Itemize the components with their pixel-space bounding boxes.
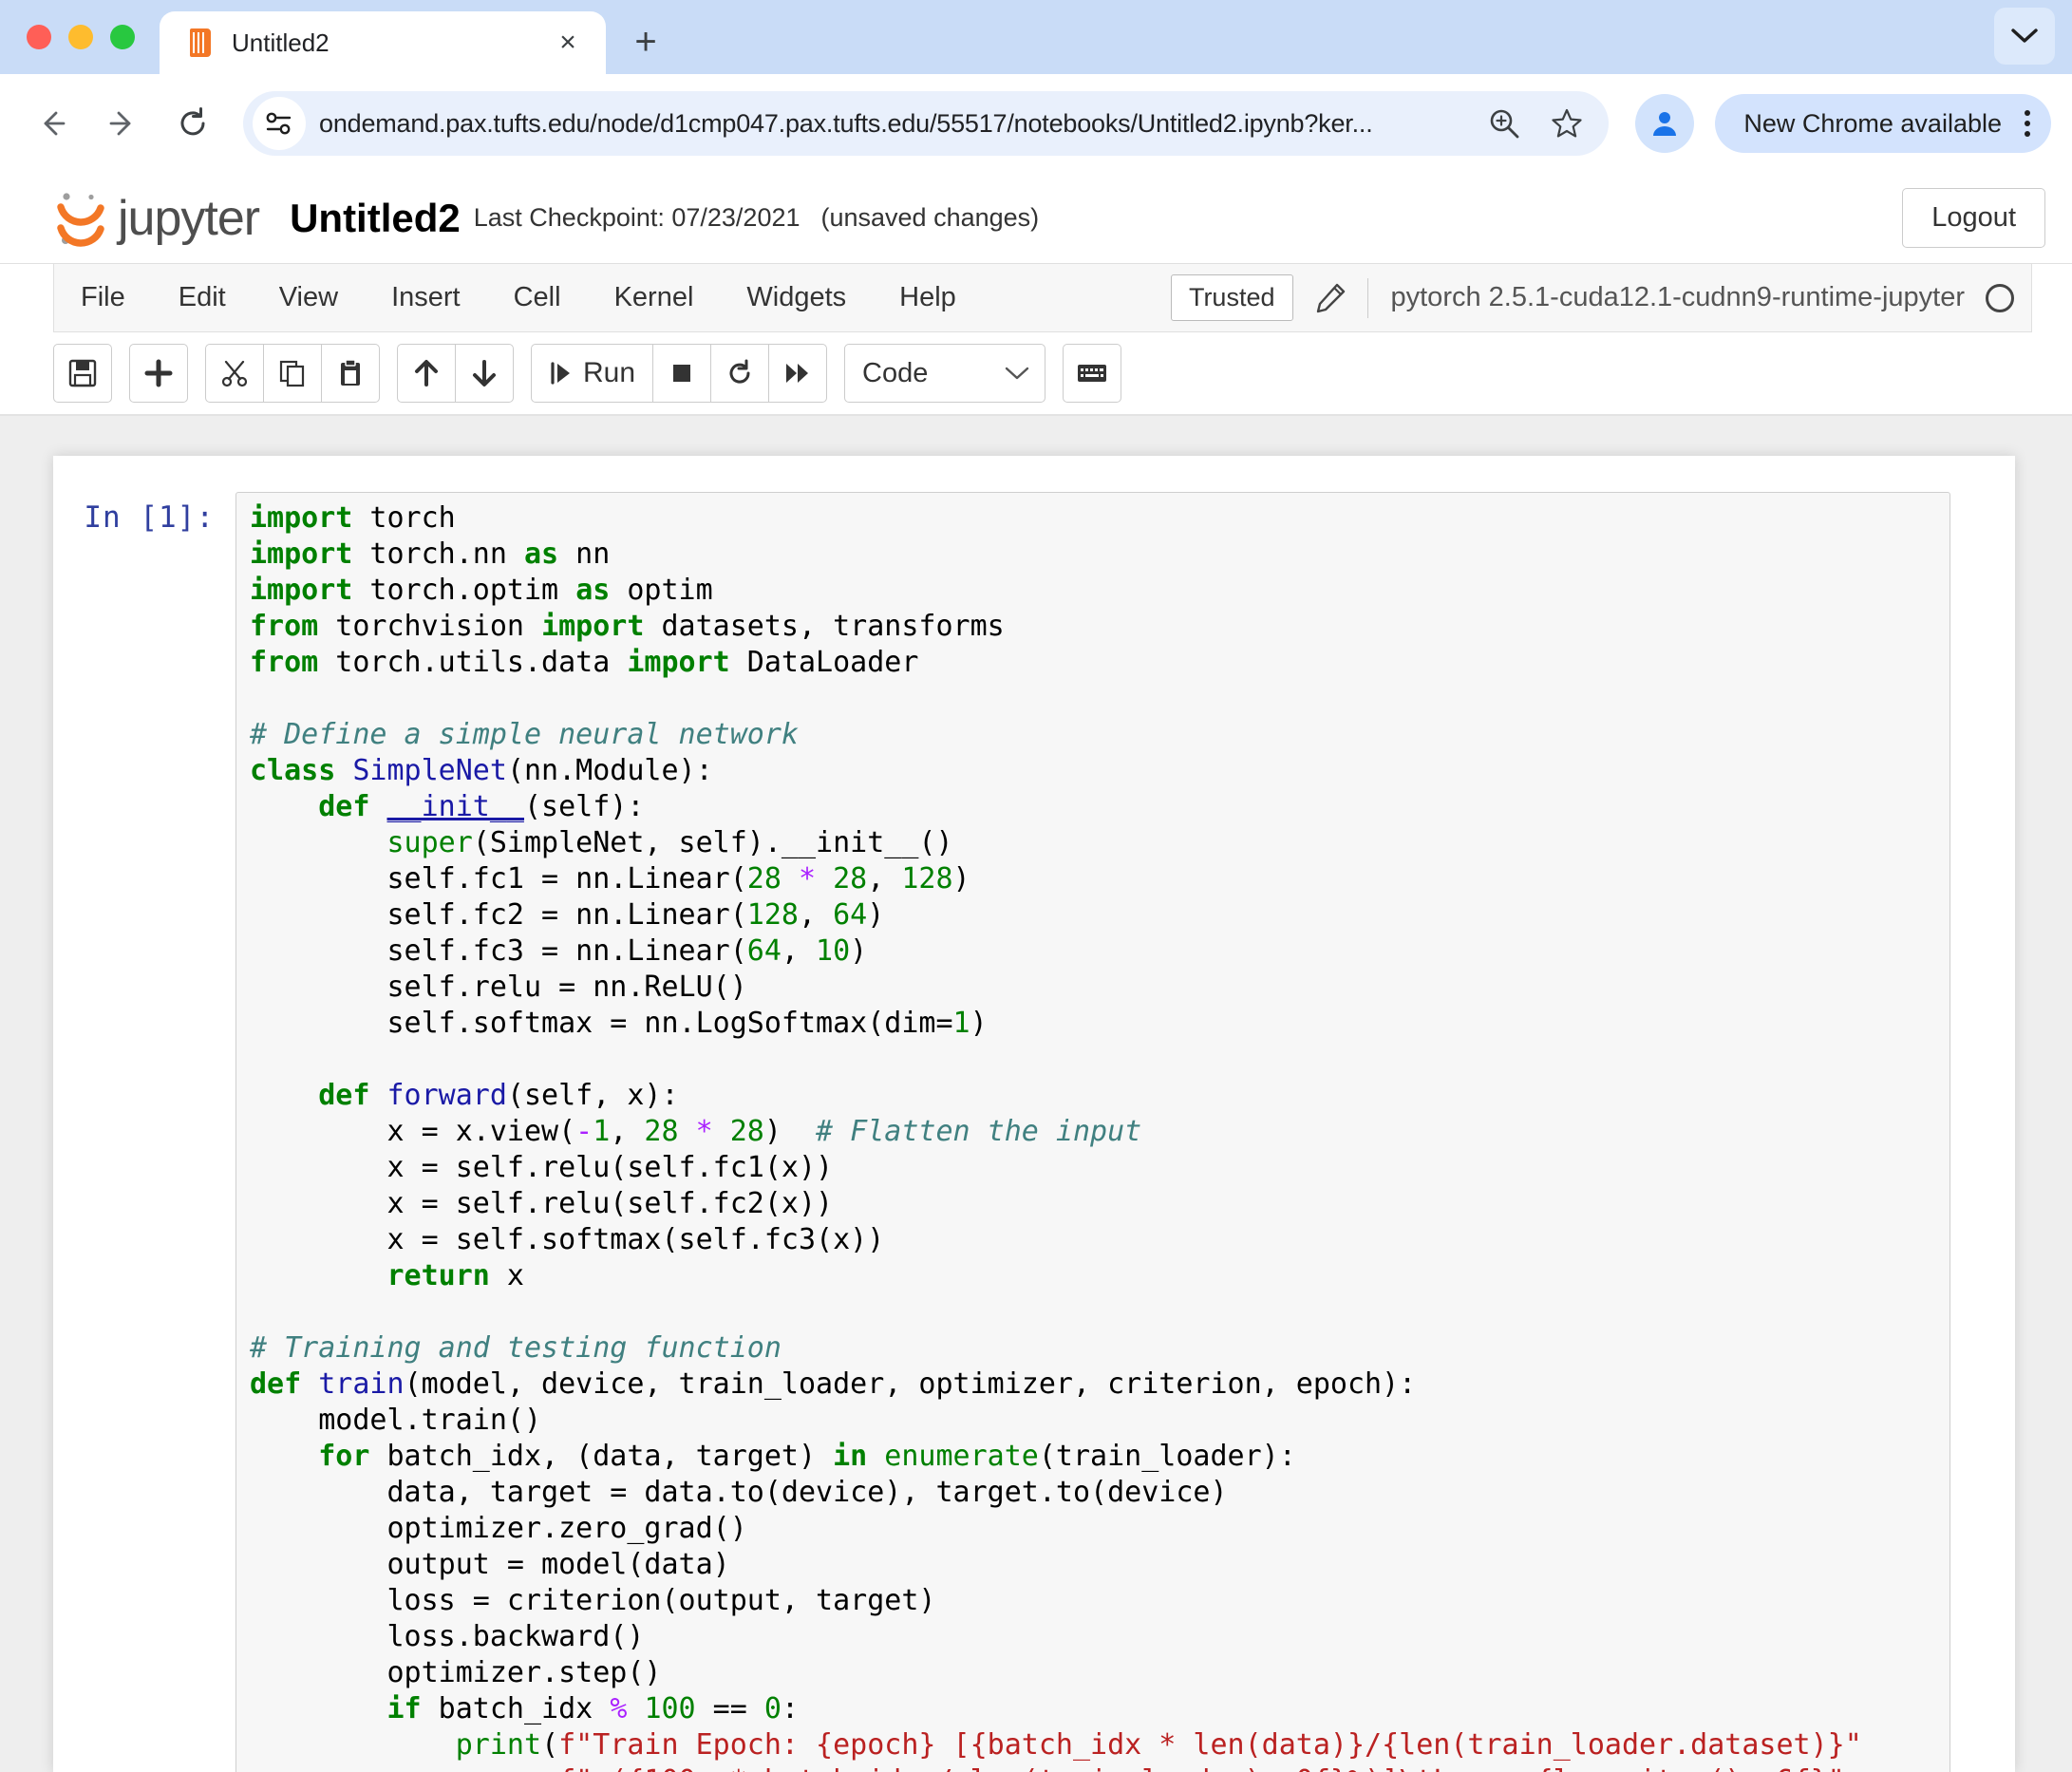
url-text: ondemand.pax.tufts.edu/node/d1cmp047.pax… bbox=[319, 108, 1373, 138]
site-settings-icon[interactable] bbox=[253, 97, 306, 150]
code-editor[interactable]: import torch import torch.nn as nn impor… bbox=[250, 500, 1950, 1772]
menu-cell[interactable]: Cell bbox=[487, 264, 588, 331]
menubar-divider bbox=[1366, 277, 1368, 318]
run-button-label: Run bbox=[583, 357, 636, 388]
copy-icon[interactable] bbox=[263, 344, 322, 403]
chrome-update-button[interactable]: New Chrome available bbox=[1715, 94, 2051, 153]
chevron-down-icon[interactable] bbox=[1994, 8, 2055, 65]
toolbar-group-run: Run bbox=[531, 344, 828, 403]
arrow-down-icon[interactable] bbox=[455, 344, 514, 403]
paste-icon[interactable] bbox=[321, 344, 380, 403]
forward-arrow-icon[interactable] bbox=[91, 92, 154, 155]
last-checkpoint-label: Last Checkpoint: 07/23/2021 bbox=[473, 203, 801, 232]
menu-widgets[interactable]: Widgets bbox=[720, 264, 873, 331]
cell-input-area[interactable]: import torch import torch.nn as nn impor… bbox=[235, 492, 1950, 1772]
minimize-window-button[interactable] bbox=[68, 25, 93, 49]
toolbar-group-save bbox=[53, 344, 112, 403]
jupyter-logo[interactable]: jupyter bbox=[53, 190, 260, 247]
notebook-paper: In [1]: import torch import torch.nn as … bbox=[53, 456, 2015, 1772]
save-floppy-icon[interactable] bbox=[53, 344, 112, 403]
cell-type-select[interactable]: Code bbox=[844, 344, 1046, 403]
cell-prompt: In [1]: bbox=[84, 500, 215, 535]
address-bar[interactable]: ondemand.pax.tufts.edu/node/d1cmp047.pax… bbox=[243, 91, 1610, 156]
jupyter-menubar: File Edit View Insert Cell Kernel Widget… bbox=[53, 264, 2032, 332]
jupyter-wordmark: jupyter bbox=[118, 190, 260, 246]
chrome-browser-window: Untitled2 × + ondemand.pax.tufts.edu/nod… bbox=[0, 0, 2072, 1772]
menu-edit[interactable]: Edit bbox=[152, 264, 253, 331]
maximize-window-button[interactable] bbox=[110, 25, 135, 49]
unsaved-changes-label: (unsaved changes) bbox=[820, 203, 1040, 232]
browser-toolbar: ondemand.pax.tufts.edu/node/d1cmp047.pax… bbox=[0, 74, 2072, 173]
window-traffic-lights bbox=[0, 25, 160, 74]
jupyter-logo-icon bbox=[53, 190, 108, 247]
scissors-icon[interactable] bbox=[205, 344, 264, 403]
trusted-badge[interactable]: Trusted bbox=[1170, 274, 1293, 321]
back-arrow-icon[interactable] bbox=[21, 92, 84, 155]
logout-button[interactable]: Logout bbox=[1902, 188, 2045, 248]
keyboard-icon[interactable] bbox=[1063, 344, 1122, 403]
new-tab-button[interactable]: + bbox=[619, 15, 672, 68]
profile-avatar-icon[interactable] bbox=[1635, 94, 1695, 153]
notebook-scroll-area[interactable]: In [1]: import torch import torch.nn as … bbox=[0, 416, 2072, 1772]
toolbar-group-insert bbox=[129, 344, 188, 403]
pencil-icon[interactable] bbox=[1293, 282, 1367, 314]
update-pill-label: New Chrome available bbox=[1743, 108, 2002, 138]
jupyter-toolbar: Run Code bbox=[0, 332, 2072, 416]
menu-view[interactable]: View bbox=[253, 264, 365, 331]
tab-title: Untitled2 bbox=[232, 28, 330, 57]
kernel-idle-circle-icon bbox=[1986, 283, 2014, 312]
stop-square-icon[interactable] bbox=[652, 344, 712, 403]
jupyter-book-icon bbox=[186, 28, 215, 58]
close-window-button[interactable] bbox=[27, 25, 51, 49]
menu-kernel[interactable]: Kernel bbox=[588, 264, 721, 331]
browser-tab[interactable]: Untitled2 × bbox=[160, 11, 606, 74]
plus-icon[interactable] bbox=[129, 344, 188, 403]
menubar-right-status: Trusted pytorch 2.5.1-cuda12.1-cudnn9-ru… bbox=[1170, 264, 2031, 331]
reload-icon[interactable] bbox=[161, 92, 224, 155]
notebook-name[interactable]: Untitled2 bbox=[290, 196, 461, 241]
menu-file[interactable]: File bbox=[54, 264, 152, 331]
arrow-up-icon[interactable] bbox=[397, 344, 456, 403]
run-button[interactable]: Run bbox=[531, 344, 654, 403]
restart-circle-icon[interactable] bbox=[710, 344, 770, 403]
kebab-menu-icon[interactable] bbox=[2017, 110, 2038, 137]
star-icon[interactable] bbox=[1542, 99, 1592, 148]
notebook-cell[interactable]: In [1]: import torch import torch.nn as … bbox=[53, 456, 2015, 1772]
jupyter-notebook-app: jupyter Untitled2 Last Checkpoint: 07/23… bbox=[0, 173, 2072, 1772]
tabstrip-right-controls bbox=[1994, 0, 2072, 74]
chevron-down-icon bbox=[1005, 367, 1029, 380]
fast-forward-icon[interactable] bbox=[768, 344, 828, 403]
toolbar-group-palette bbox=[1063, 344, 1122, 403]
menu-help[interactable]: Help bbox=[873, 264, 983, 331]
close-icon[interactable]: × bbox=[551, 26, 585, 60]
jupyter-header: jupyter Untitled2 Last Checkpoint: 07/23… bbox=[0, 173, 2072, 264]
cell-type-value: Code bbox=[862, 357, 929, 388]
kernel-name-label: pytorch 2.5.1-cuda12.1-cudnn9-runtime-ju… bbox=[1390, 282, 1966, 312]
toolbar-group-move bbox=[397, 344, 514, 403]
zoom-in-icon[interactable] bbox=[1479, 99, 1529, 148]
menu-insert[interactable]: Insert bbox=[365, 264, 487, 331]
browser-tab-strip: Untitled2 × + bbox=[0, 0, 2072, 74]
toolbar-group-clipboard bbox=[205, 344, 380, 403]
